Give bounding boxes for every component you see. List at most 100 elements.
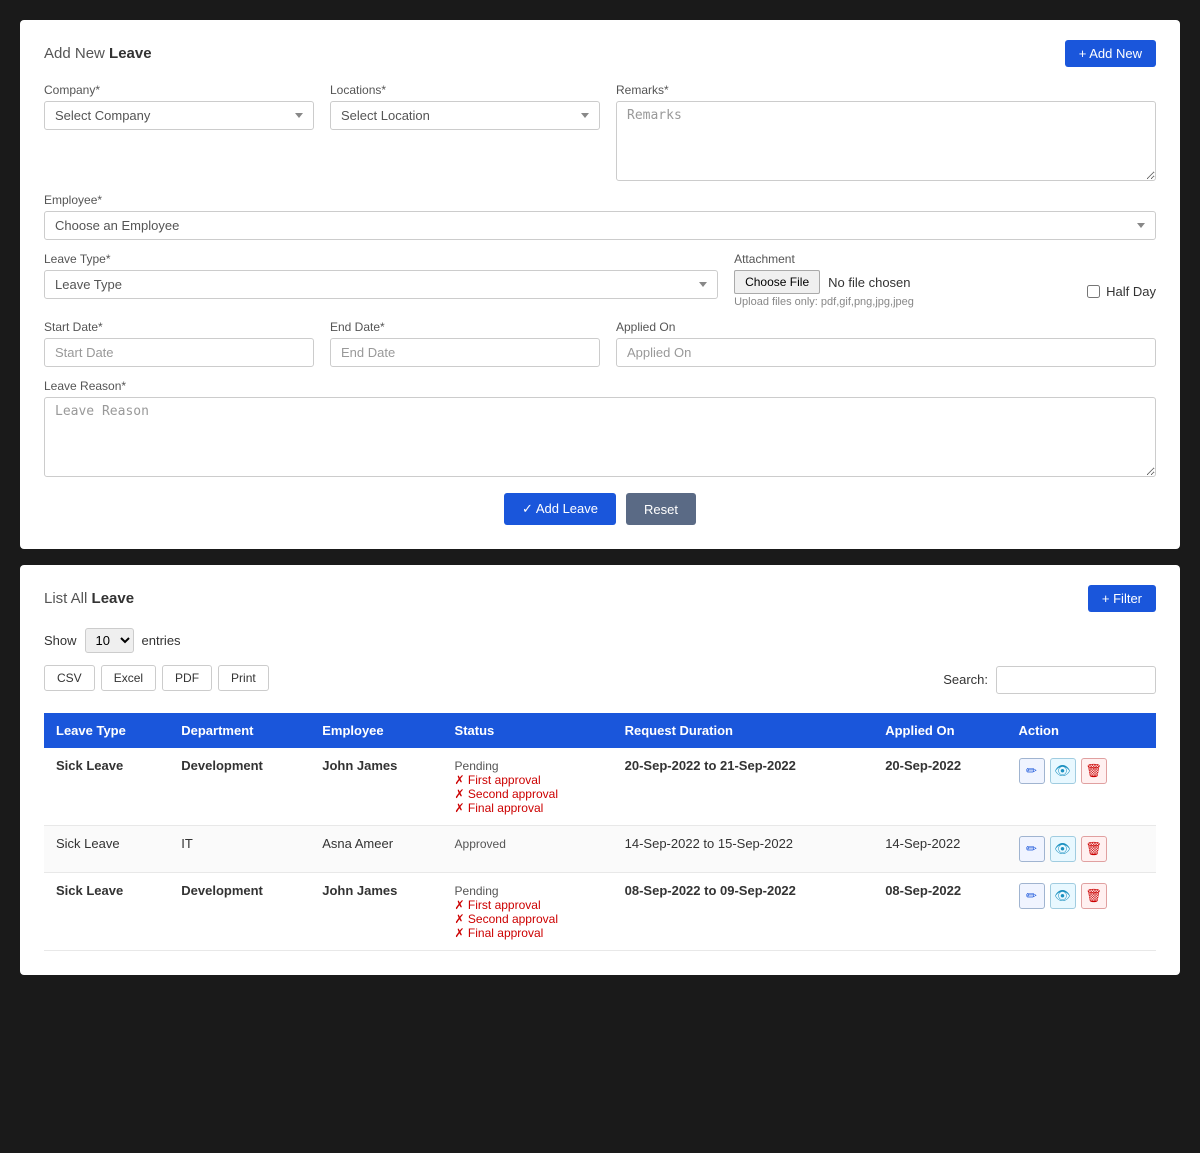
- edit-button[interactable]: ✏: [1019, 836, 1045, 862]
- delete-button[interactable]: 🗑: [1081, 836, 1107, 862]
- cell-employee: Asna Ameer: [310, 826, 442, 873]
- approval-item: Second approval: [455, 787, 601, 801]
- action-buttons: ✏ 👁 🗑: [1019, 758, 1145, 784]
- print-button[interactable]: Print: [218, 665, 269, 691]
- search-label: Search:: [943, 666, 988, 694]
- cell-leave-type: Sick Leave: [44, 826, 169, 873]
- th-department: Department: [169, 713, 310, 748]
- view-button[interactable]: 👁: [1050, 836, 1076, 862]
- view-button[interactable]: 👁: [1050, 883, 1076, 909]
- choose-file-button[interactable]: Choose File: [734, 270, 820, 294]
- reset-button[interactable]: Reset: [626, 493, 696, 525]
- leave-reason-group: Leave Reason*: [44, 379, 1156, 477]
- approval-item: Final approval: [455, 926, 601, 940]
- filter-button[interactable]: Filter: [1088, 585, 1156, 612]
- cell-action: ✏ 👁 🗑: [1007, 873, 1157, 951]
- table-row: Sick Leave IT Asna Ameer Approved 14-Sep…: [44, 826, 1156, 873]
- th-employee: Employee: [310, 713, 442, 748]
- list-title-bold: Leave: [92, 590, 135, 607]
- entries-label: entries: [142, 633, 181, 648]
- pdf-button[interactable]: PDF: [162, 665, 212, 691]
- th-leave-type: Leave Type: [44, 713, 169, 748]
- cell-applied-on: 08-Sep-2022: [873, 873, 1006, 951]
- half-day-group: Half Day: [1087, 252, 1156, 308]
- add-leave-panel: Add New Leave Add New Company* Select Co…: [20, 20, 1180, 549]
- export-search-row: CSV Excel PDF Print Search:: [44, 665, 1156, 703]
- section-label: Add New: [44, 45, 105, 62]
- start-date-group: Start Date*: [44, 320, 314, 367]
- half-day-label: Half Day: [1106, 284, 1156, 299]
- show-label: Show: [44, 633, 77, 648]
- status-approved: Approved: [455, 837, 506, 851]
- table-row: Sick Leave Development John James Pendin…: [44, 748, 1156, 826]
- company-label: Company*: [44, 83, 314, 97]
- csv-button[interactable]: CSV: [44, 665, 95, 691]
- approval-item: First approval: [455, 898, 601, 912]
- header-row: Leave Type Department Employee Status Re…: [44, 713, 1156, 748]
- cell-action: ✏ 👁 🗑: [1007, 748, 1157, 826]
- leave-type-select[interactable]: Leave Type: [44, 270, 718, 299]
- company-select[interactable]: Select Company: [44, 101, 314, 130]
- start-date-input[interactable]: [44, 338, 314, 367]
- cell-employee: John James: [310, 873, 442, 951]
- list-panel-header: List All Leave Filter: [44, 585, 1156, 612]
- cell-duration: 14-Sep-2022 to 15-Sep-2022: [613, 826, 874, 873]
- th-request-duration: Request Duration: [613, 713, 874, 748]
- excel-button[interactable]: Excel: [101, 665, 156, 691]
- leave-table: Leave Type Department Employee Status Re…: [44, 713, 1156, 951]
- end-date-input[interactable]: [330, 338, 600, 367]
- employee-select[interactable]: Choose an Employee: [44, 211, 1156, 240]
- file-hint: Upload files only: pdf,gif,png,jpg,jpeg: [734, 296, 1071, 308]
- cell-applied-on: 20-Sep-2022: [873, 748, 1006, 826]
- cell-duration: 20-Sep-2022 to 21-Sep-2022: [613, 748, 874, 826]
- add-leave-button[interactable]: Add Leave: [504, 493, 616, 525]
- attachment-outer-group: Attachment Choose File No file chosen Up…: [734, 252, 1071, 308]
- edit-button[interactable]: ✏: [1019, 758, 1045, 784]
- status-pending: Pending: [455, 759, 499, 773]
- th-applied-on: Applied On: [873, 713, 1006, 748]
- list-controls: Show 10 entries: [44, 628, 1156, 653]
- attachment-inner: Choose File No file chosen: [734, 270, 1071, 294]
- location-group: Locations* Select Location: [330, 83, 600, 181]
- status-pending: Pending: [455, 884, 499, 898]
- table-row: Sick Leave Development John James Pendin…: [44, 873, 1156, 951]
- list-panel-title: List All Leave: [44, 590, 134, 607]
- cell-leave-type: Sick Leave: [44, 873, 169, 951]
- company-group: Company* Select Company: [44, 83, 314, 181]
- section-label-bold: Leave: [109, 45, 152, 62]
- entries-select[interactable]: 10: [85, 628, 134, 653]
- view-button[interactable]: 👁: [1050, 758, 1076, 784]
- delete-button[interactable]: 🗑: [1081, 758, 1107, 784]
- list-leave-panel: List All Leave Filter Show 10 entries CS…: [20, 565, 1180, 975]
- end-date-group: End Date*: [330, 320, 600, 367]
- form-actions: Add Leave Reset: [44, 493, 1156, 525]
- cell-employee: John James: [310, 748, 442, 826]
- cell-department: Development: [169, 873, 310, 951]
- form-row-1: Company* Select Company Locations* Selec…: [44, 83, 1156, 181]
- delete-button[interactable]: 🗑: [1081, 883, 1107, 909]
- cell-applied-on: 14-Sep-2022: [873, 826, 1006, 873]
- add-new-button[interactable]: Add New: [1065, 40, 1156, 67]
- form-row-5: Leave Reason*: [44, 379, 1156, 477]
- leave-type-group: Leave Type* Leave Type: [44, 252, 718, 308]
- half-day-checkbox[interactable]: [1087, 285, 1100, 298]
- table-body: Sick Leave Development John James Pendin…: [44, 748, 1156, 951]
- edit-button[interactable]: ✏: [1019, 883, 1045, 909]
- th-status: Status: [443, 713, 613, 748]
- search-input[interactable]: [996, 666, 1156, 694]
- cell-status: PendingFirst approvalSecond approvalFina…: [443, 873, 613, 951]
- panel-title: Add New Leave: [44, 45, 152, 62]
- search-row: Search:: [943, 666, 1156, 694]
- form-row-4: Start Date* End Date* Applied On: [44, 320, 1156, 367]
- remarks-textarea[interactable]: [616, 101, 1156, 181]
- applied-on-input[interactable]: [616, 338, 1156, 367]
- th-action: Action: [1007, 713, 1157, 748]
- cell-leave-type: Sick Leave: [44, 748, 169, 826]
- leave-reason-textarea[interactable]: [44, 397, 1156, 477]
- cell-department: IT: [169, 826, 310, 873]
- export-buttons: CSV Excel PDF Print: [44, 665, 269, 691]
- start-date-label: Start Date*: [44, 320, 314, 334]
- cell-status: Approved: [443, 826, 613, 873]
- location-select[interactable]: Select Location: [330, 101, 600, 130]
- action-buttons: ✏ 👁 🗑: [1019, 836, 1145, 862]
